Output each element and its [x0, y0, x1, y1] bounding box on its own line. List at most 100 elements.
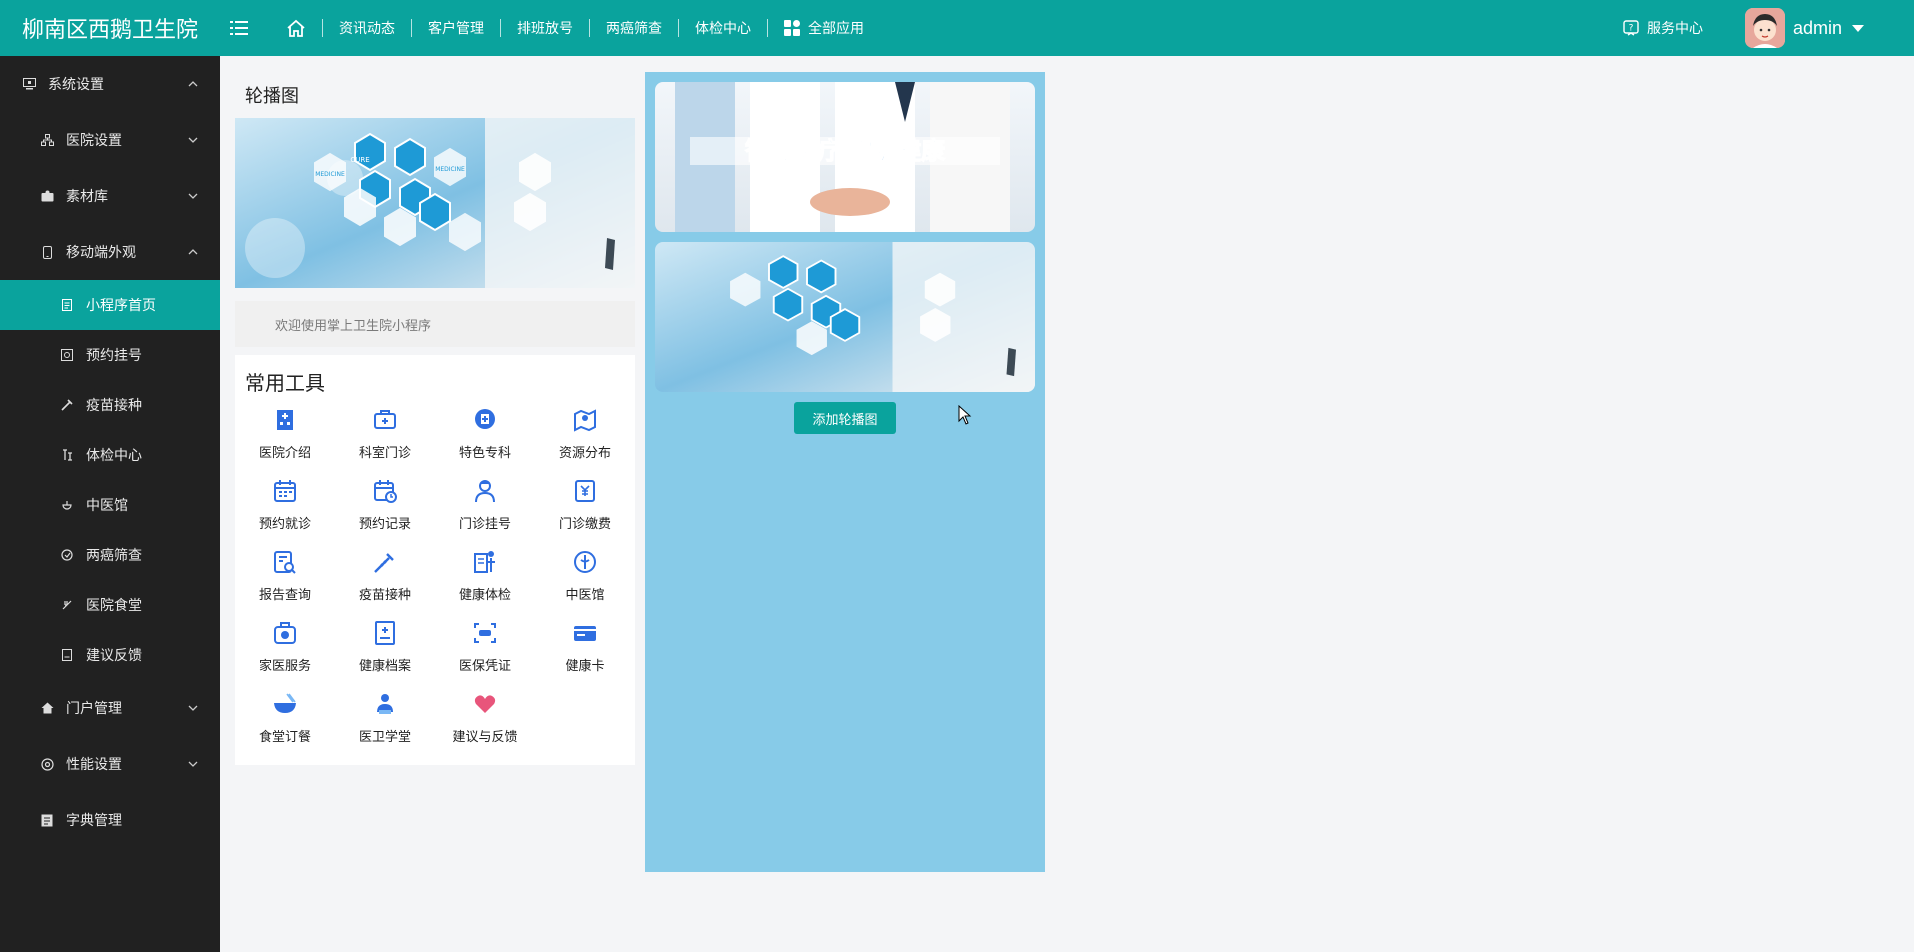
nav-physical-exam[interactable]: 体检中心 — [679, 0, 767, 56]
feedback-icon — [60, 648, 74, 662]
sidebar-item-mobile-appearance[interactable]: 移动端外观 — [0, 224, 220, 280]
help-icon: ? — [1623, 20, 1639, 36]
user-menu[interactable]: admin — [1744, 8, 1864, 48]
payment-yen-icon — [571, 477, 599, 505]
main-content: 轮播图 MEDICINE MEDICINE CURE 欢迎使用掌上卫生院小程序 … — [220, 56, 1914, 952]
sidebar-item-label: 体检中心 — [86, 447, 142, 463]
nav-news[interactable]: 资讯动态 — [323, 0, 411, 56]
tool-label: 健康卡 — [565, 658, 605, 673]
sidebar-item-performance[interactable]: 性能设置 — [0, 736, 220, 792]
feedback-heart-icon — [471, 690, 499, 718]
add-carousel-button[interactable]: 添加轮播图 — [794, 402, 896, 434]
tool-item-feedback-heart[interactable]: 建议与反馈 — [435, 690, 535, 745]
banner-slogan: 智慧医疗 守护健康 — [745, 137, 946, 165]
tool-item-meal-bowl[interactable]: 食堂订餐 — [235, 690, 335, 745]
sidebar-item-canteen[interactable]: 医院食堂 — [0, 580, 220, 630]
tool-item-health-record[interactable]: 健康档案 — [335, 619, 435, 674]
menu-toggle-button[interactable] — [224, 0, 254, 56]
tool-item-family-doctor[interactable]: 家医服务 — [235, 619, 335, 674]
tools-grid: 医院介绍 科室门诊 特色专科 资源分布预约就诊 预约记录 门诊挂号 门诊缴费报告查询 疫苗接种… — [235, 406, 635, 745]
sidebar-item-label: 字典管理 — [66, 812, 122, 828]
service-center-link[interactable]: ? 服务中心 — [1623, 18, 1703, 38]
sidebar-item-label: 两癌筛查 — [86, 547, 142, 563]
tool-item-hospital-building[interactable]: 医院介绍 — [235, 406, 335, 461]
carousel-image-doctors: 智慧医疗 守护健康 — [655, 82, 1035, 232]
medical-kit-icon — [371, 406, 399, 434]
sidebar-item-physical-exam[interactable]: 体检中心 — [0, 430, 220, 480]
sidebar-item-label: 建议反馈 — [86, 647, 142, 663]
tool-item-doctor[interactable]: 门诊挂号 — [435, 477, 535, 532]
tool-item-syringe[interactable]: 疫苗接种 — [335, 548, 435, 603]
syringe-icon — [60, 398, 74, 412]
chevron-down-icon — [188, 705, 198, 711]
sidebar-item-portal[interactable]: 门户管理 — [0, 680, 220, 736]
sidebar-item-system[interactable]: 系统设置 — [0, 56, 220, 112]
sidebar-item-appointment[interactable]: 预约挂号 — [0, 330, 220, 380]
tool-item-report-search[interactable]: 报告查询 — [235, 548, 335, 603]
meal-bowl-icon — [271, 690, 299, 718]
screening-icon — [60, 548, 74, 562]
tool-label: 食堂订餐 — [258, 729, 311, 744]
sidebar-item-vaccine[interactable]: 疫苗接种 — [0, 380, 220, 430]
health-card-icon — [571, 619, 599, 647]
sidebar-item-cancer-screening[interactable]: 两癌筛查 — [0, 530, 220, 580]
sidebar-item-label: 性能设置 — [66, 756, 122, 772]
tool-label: 健康档案 — [358, 658, 411, 673]
mobile-phone-icon — [40, 245, 54, 259]
tool-label: 建议与反馈 — [452, 729, 518, 744]
sidebar-item-label: 移动端外观 — [66, 244, 136, 260]
sidebar-item-hospital-settings[interactable]: 医院设置 — [0, 112, 220, 168]
carousel-card-1[interactable]: 智慧医疗 守护健康 — [655, 82, 1035, 232]
tool-item-calendar-clock[interactable]: 预约记录 — [335, 477, 435, 532]
nav-scheduling[interactable]: 排班放号 — [501, 0, 589, 56]
nav-customers[interactable]: 客户管理 — [412, 0, 500, 56]
sidebar-item-materials[interactable]: 素材库 — [0, 168, 220, 224]
home-icon — [287, 19, 305, 37]
sidebar-item-dictionary[interactable]: 字典管理 — [0, 792, 220, 848]
svg-text:MEDICINE: MEDICINE — [435, 166, 465, 173]
tool-item-map-location[interactable]: 资源分布 — [535, 406, 635, 461]
tools-title: 常用工具 — [245, 373, 325, 395]
list-menu-icon — [230, 21, 248, 35]
tool-item-specialty-badge[interactable]: 特色专科 — [435, 406, 535, 461]
tool-item-insurance-code[interactable]: 医保凭证 — [435, 619, 535, 674]
tool-label: 医保凭证 — [458, 658, 511, 673]
tool-item-health-check[interactable]: 健康体检 — [435, 548, 535, 603]
carousel-card-2[interactable] — [655, 242, 1035, 392]
tool-item-lecture[interactable]: 医卫学堂 — [335, 690, 435, 745]
dictionary-icon — [40, 813, 54, 827]
tool-item-calendar[interactable]: 预约就诊 — [235, 477, 335, 532]
sidebar-item-label: 中医馆 — [86, 497, 128, 513]
chevron-down-icon — [188, 137, 198, 143]
tool-item-tcm[interactable]: 中医馆 — [535, 548, 635, 603]
sidebar-item-label: 系统设置 — [48, 76, 104, 92]
chevron-down-icon — [188, 193, 198, 199]
tool-item-payment-yen[interactable]: 门诊缴费 — [535, 477, 635, 532]
tool-label: 健康体检 — [458, 587, 511, 602]
sidebar-item-tcm[interactable]: 中医馆 — [0, 480, 220, 530]
tool-item-health-card[interactable]: 健康卡 — [535, 619, 635, 674]
app-title: 柳南区西鹅卫生院 — [22, 17, 199, 42]
nav-all-apps[interactable]: 全部应用 — [768, 0, 880, 56]
home-button[interactable] — [276, 0, 316, 56]
avatar — [1744, 8, 1785, 48]
tool-label: 医院介绍 — [258, 445, 311, 460]
tcm-icon — [60, 498, 74, 512]
chevron-up-icon — [188, 81, 198, 87]
carousel-banner-medical: MEDICINE MEDICINE CURE — [235, 118, 635, 288]
health-record-icon — [371, 619, 399, 647]
tool-item-medical-kit[interactable]: 科室门诊 — [335, 406, 435, 461]
sidebar-item-label: 医院食堂 — [86, 597, 142, 613]
carousel-section-title: 轮播图 — [245, 86, 299, 106]
carousel-image-medical — [655, 242, 1035, 392]
tool-label: 资源分布 — [558, 445, 611, 460]
top-nav: 资讯动态 客户管理 排班放号 两癌筛查 体检中心 全部应用 — [322, 0, 880, 56]
top-bar: 柳南区西鹅卫生院 资讯动态 客户管理 排班放号 两癌筛查 体检中心 全部应用 ?… — [0, 0, 1914, 56]
nav-cancer-screening[interactable]: 两癌筛查 — [590, 0, 678, 56]
service-center-label: 服务中心 — [1646, 20, 1703, 36]
tool-label: 报告查询 — [258, 587, 311, 602]
sidebar-item-label: 素材库 — [66, 188, 108, 204]
sidebar-item-miniprogram-home[interactable]: 小程序首页 — [0, 280, 220, 330]
chevron-down-icon — [188, 761, 198, 767]
sidebar-item-feedback[interactable]: 建议反馈 — [0, 630, 220, 680]
